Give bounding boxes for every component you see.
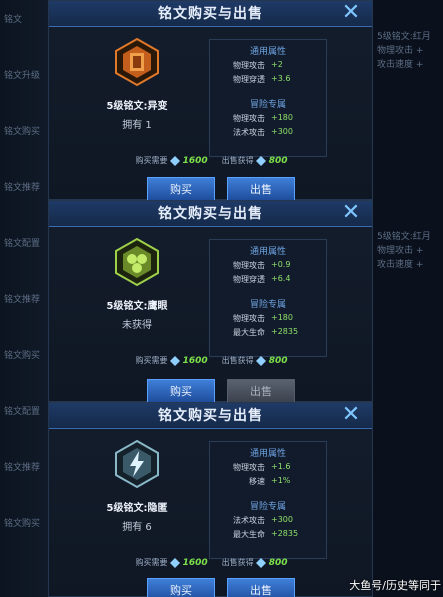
rune-owned-count: 拥有 6 <box>122 522 152 533</box>
stat-row: 移速 +1% <box>249 476 291 486</box>
sell-gain: 800 <box>268 356 288 366</box>
background-menu-item: 铭文推荐 <box>4 295 41 305</box>
rune-trade-panel: 铭文购买与出售 ✕ 5级铭文:异变 拥有 1 通用属性 物理攻击 +2 物理穿透 +… <box>48 0 374 201</box>
sell-button[interactable]: 出售 <box>227 177 295 201</box>
background-rune-row: 攻击速度 + <box>377 260 424 270</box>
general-attr-title: 通用属性 <box>249 47 286 57</box>
crystal-icon <box>256 355 267 366</box>
buy-cost-label: 购买需要 <box>135 156 168 165</box>
panel-header: 铭文购买与出售 ✕ <box>49 403 372 429</box>
background-rune-row: 5级铭文:红月 <box>377 32 431 42</box>
sell-button[interactable]: 出售 <box>227 578 295 597</box>
background-menu-item: 铭文推荐 <box>4 463 41 473</box>
background-menu: 铭文 铭文升级 铭文购买 铭文推荐 铭文配置 铭文推荐 铭文购买 铭文配置 铭文推荐 铭文购买 <box>0 0 48 597</box>
background-menu-item: 铭文购买 <box>4 127 41 137</box>
stat-row: 物理攻击 +180 <box>233 313 293 323</box>
panel-title: 铭文购买与出售 <box>158 206 263 222</box>
background-menu-item: 铭文购买 <box>4 351 41 361</box>
panel-title: 铭文购买与出售 <box>158 408 263 424</box>
price-row: 购买需要 1600 出售获得 800 <box>49 557 374 568</box>
panel-title: 铭文购买与出售 <box>158 6 263 22</box>
price-row: 购买需要 1600 出售获得 800 <box>49 355 374 366</box>
rune-info: 5级铭文:鹰眼 未获得 <box>71 237 203 333</box>
background-rune-row: 5级铭文:红月 <box>377 232 431 242</box>
background-menu-item: 铭文配置 <box>4 239 41 249</box>
crystal-icon <box>170 355 181 366</box>
background-rune-row: 物理攻击 + <box>377 246 424 256</box>
close-icon[interactable]: ✕ <box>340 2 362 24</box>
sell-button-disabled[interactable]: 出售 <box>227 379 295 403</box>
buy-button[interactable]: 购买 <box>147 578 215 597</box>
rune-info: 5级铭文:隐匿 拥有 6 <box>71 439 203 535</box>
stat-row: 物理攻击 +0.9 <box>233 260 291 270</box>
close-icon[interactable]: ✕ <box>340 202 362 224</box>
rune-hexagon-icon <box>115 37 159 87</box>
watermark: 大鱼号/历史等同于 <box>349 579 441 592</box>
general-attr-title: 通用属性 <box>249 449 286 459</box>
buy-button[interactable]: 购买 <box>147 177 215 201</box>
background-menu-item: 铭文配置 <box>4 407 41 417</box>
close-icon[interactable]: ✕ <box>340 404 362 426</box>
stat-row: 物理攻击 +180 <box>233 113 293 123</box>
stats-box: 通用属性 物理攻击 +0.9 物理穿透 +6.4 冒险专属 物理攻击 +180 最大生… <box>209 239 327 357</box>
background-menu-item: 铭文购买 <box>4 519 41 529</box>
rune-trade-panel: 铭文购买与出售 ✕ 5级铭文:隐匿 拥有 6 通用属性 物理攻击 +1.6 移速 +… <box>48 402 373 597</box>
buy-button[interactable]: 购买 <box>147 379 215 403</box>
adventure-attr-title: 冒险专属 <box>249 100 286 110</box>
rune-name: 5级铭文:异变 <box>106 101 168 112</box>
background-menu-item: 铭文升级 <box>4 71 41 81</box>
stat-row: 物理穿透 +6.4 <box>233 274 291 284</box>
rune-owned-count: 未获得 <box>122 320 152 331</box>
panel-header: 铭文购买与出售 ✕ <box>49 201 372 227</box>
adventure-attr-title: 冒险专属 <box>249 300 286 310</box>
general-attr-title: 通用属性 <box>249 247 286 257</box>
stat-row: 最大生命 +2835 <box>233 529 299 539</box>
buy-cost-label: 购买需要 <box>135 356 168 365</box>
background-rune-row: 攻击速度 + <box>377 60 424 70</box>
background-rune-list: 5级铭文:红月 物理攻击 + 攻击速度 + 5级铭文:红月 物理攻击 + 攻击速度 + <box>373 0 443 597</box>
crystal-icon <box>170 155 181 166</box>
stat-row: 物理穿透 +3.6 <box>233 74 291 84</box>
stats-box: 通用属性 物理攻击 +2 物理穿透 +3.6 冒险专属 物理攻击 +180 法术攻击 +… <box>209 39 327 157</box>
rune-hexagon-icon <box>115 439 159 489</box>
price-row: 购买需要 1600 出售获得 800 <box>49 155 374 166</box>
stats-box: 通用属性 物理攻击 +1.6 移速 +1% 冒险专属 法术攻击 +300 最大生命 +2… <box>209 441 327 559</box>
sell-gain-label: 出售获得 <box>221 156 254 165</box>
rune-owned-count: 拥有 1 <box>122 120 152 131</box>
sell-gain: 800 <box>268 156 288 166</box>
rune-hexagon-icon <box>115 237 159 287</box>
background-menu-item: 铭文推荐 <box>4 183 41 193</box>
adventure-attr-title: 冒险专属 <box>249 502 286 512</box>
rune-info: 5级铭文:异变 拥有 1 <box>71 37 203 133</box>
crystal-icon <box>170 557 181 568</box>
stat-row: 物理攻击 +2 <box>233 60 283 70</box>
rune-name: 5级铭文:隐匿 <box>106 503 168 514</box>
crystal-icon <box>256 155 267 166</box>
stat-row: 最大生命 +2835 <box>233 327 299 337</box>
stat-row: 物理攻击 +1.6 <box>233 462 291 472</box>
buy-cost: 1600 <box>182 558 208 568</box>
buy-cost-label: 购买需要 <box>135 558 168 567</box>
sell-gain-label: 出售获得 <box>221 356 254 365</box>
panel-header: 铭文购买与出售 ✕ <box>49 1 372 27</box>
buy-cost: 1600 <box>182 356 208 366</box>
buy-cost: 1600 <box>182 156 208 166</box>
stat-row: 法术攻击 +300 <box>233 127 293 137</box>
stat-row: 法术攻击 +300 <box>233 515 293 525</box>
sell-gain-label: 出售获得 <box>221 558 254 567</box>
background-rune-row: 物理攻击 + <box>377 46 424 56</box>
sell-gain: 800 <box>268 558 288 568</box>
rune-trade-panel: 铭文购买与出售 ✕ 5级铭文:鹰眼 未获得 通用属性 物理攻击 +0.9 物理穿透… <box>48 200 374 403</box>
background-menu-item: 铭文 <box>4 15 23 25</box>
rune-name: 5级铭文:鹰眼 <box>106 301 168 312</box>
crystal-icon <box>256 557 267 568</box>
